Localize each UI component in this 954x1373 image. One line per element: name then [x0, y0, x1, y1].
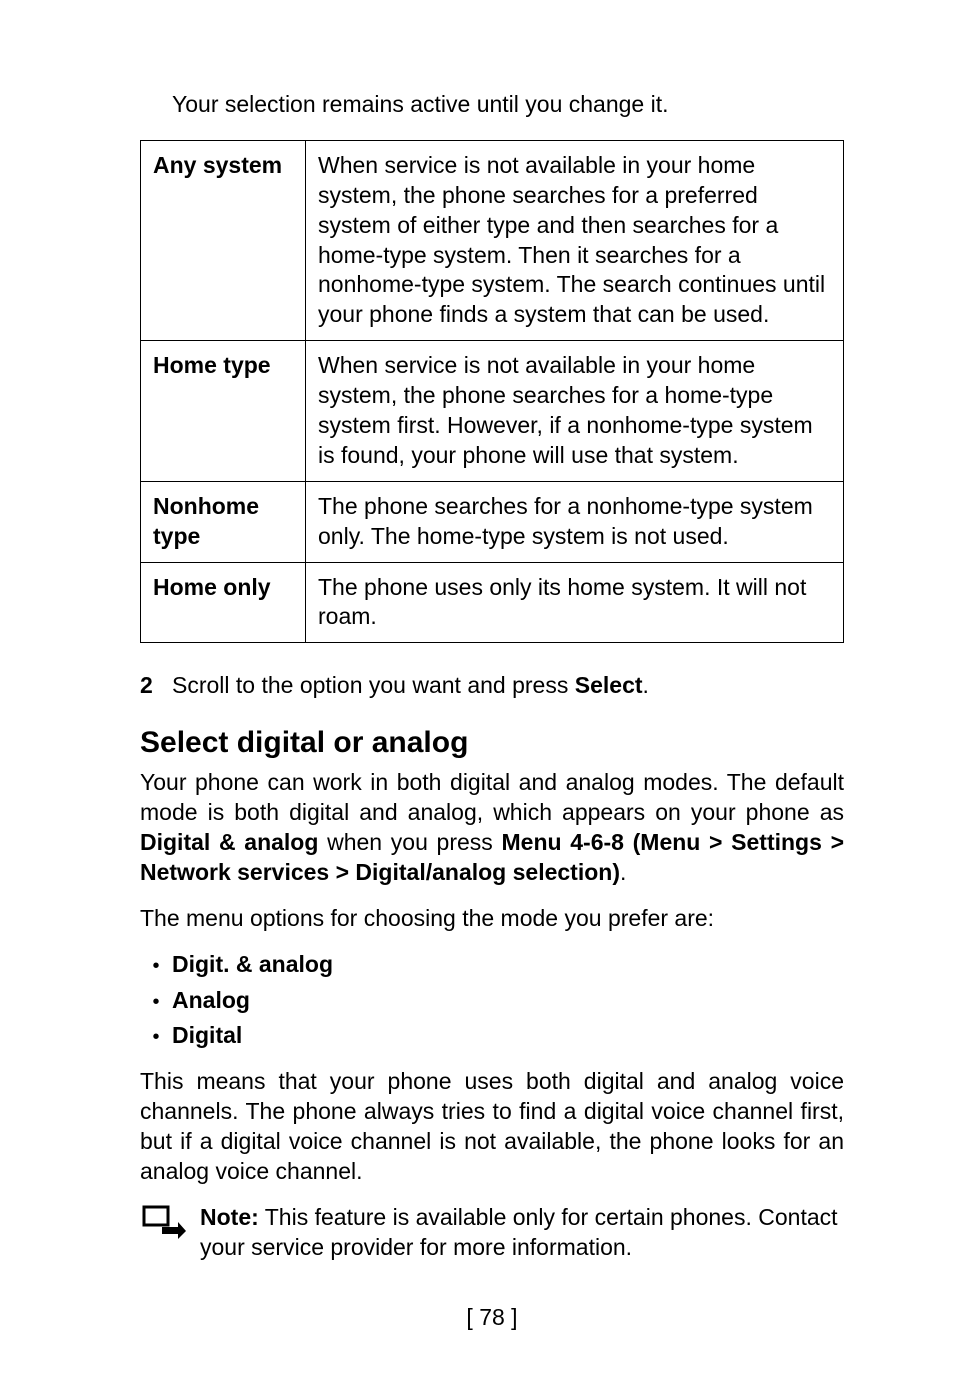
option-description: When service is not available in your ho…: [306, 140, 844, 340]
p1-b: Digital & analog: [140, 829, 318, 855]
option-description: When service is not available in your ho…: [306, 341, 844, 482]
numbered-step: 2 Scroll to the option you want and pres…: [140, 671, 844, 701]
body-paragraph-3: This means that your phone uses both dig…: [140, 1067, 844, 1187]
option-description: The phone uses only its home system. It …: [306, 562, 844, 643]
note-label: Note:: [200, 1204, 259, 1230]
note-arrow-icon: [140, 1203, 186, 1247]
mode-label: Digit. & analog: [172, 950, 333, 980]
bullet-icon: •: [140, 1027, 172, 1047]
table-row: Nonhome type The phone searches for a no…: [141, 481, 844, 562]
option-label: Home only: [141, 562, 306, 643]
list-item: • Digital: [140, 1021, 844, 1051]
step-text: Scroll to the option you want and press …: [172, 671, 844, 701]
table-row: Home type When service is not available …: [141, 341, 844, 482]
step-text-bold: Select: [575, 672, 643, 698]
bullet-icon: •: [140, 956, 172, 976]
body-paragraph-2: The menu options for choosing the mode y…: [140, 904, 844, 934]
option-label: Nonhome type: [141, 481, 306, 562]
note-text: Note: This feature is available only for…: [200, 1203, 844, 1263]
step-number: 2: [140, 671, 172, 701]
intro-text: Your selection remains active until you …: [172, 90, 844, 120]
section-heading: Select digital or analog: [140, 723, 844, 762]
option-label: Home type: [141, 341, 306, 482]
note-block: Note: This feature is available only for…: [140, 1203, 844, 1263]
list-item: • Digit. & analog: [140, 950, 844, 980]
mode-label: Analog: [172, 986, 250, 1016]
step-text-before: Scroll to the option you want and press: [172, 672, 575, 698]
bullet-icon: •: [140, 992, 172, 1012]
note-body: This feature is available only for certa…: [200, 1204, 838, 1260]
roaming-options-table: Any system When service is not available…: [140, 140, 844, 643]
step-text-after: .: [643, 672, 649, 698]
page-number: [ 78 ]: [140, 1303, 844, 1333]
table-row: Home only The phone uses only its home s…: [141, 562, 844, 643]
document-page: Your selection remains active until you …: [0, 0, 954, 1373]
body-paragraph-1: Your phone can work in both digital and …: [140, 768, 844, 888]
table-row: Any system When service is not available…: [141, 140, 844, 340]
p1-a: Your phone can work in both digital and …: [140, 769, 844, 825]
option-label: Any system: [141, 140, 306, 340]
option-description: The phone searches for a nonhome-type sy…: [306, 481, 844, 562]
mode-label: Digital: [172, 1021, 242, 1051]
list-item: • Analog: [140, 986, 844, 1016]
p1-c: when you press: [318, 829, 501, 855]
p1-e: .: [620, 859, 626, 885]
mode-options-list: • Digit. & analog • Analog • Digital: [140, 950, 844, 1052]
